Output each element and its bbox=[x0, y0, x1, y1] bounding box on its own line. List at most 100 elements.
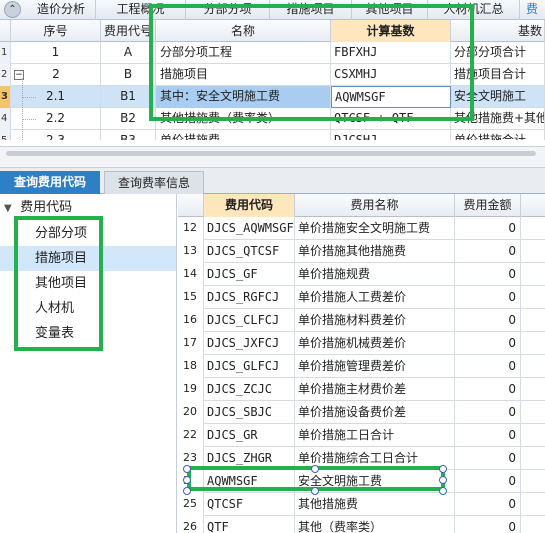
header-seq[interactable]: 序号 bbox=[11, 20, 101, 42]
fee-name-cell[interactable]: 单价措施安全文明施工费 bbox=[295, 217, 455, 240]
tab-cost-analysis[interactable]: 造价分析 bbox=[27, 0, 96, 20]
table-row[interactable]: 16 DJCS_CLFCJ 单价措施材料费差价 0 bbox=[178, 309, 545, 332]
tree-root-label: 费用代码 bbox=[20, 200, 73, 215]
row-number: 12 bbox=[178, 217, 204, 240]
fee-amount-cell[interactable]: 0 bbox=[455, 516, 521, 533]
tab-query-fee-code[interactable]: 查询费用代码 bbox=[0, 171, 100, 194]
fee-name-cell[interactable]: 其他（费率类） bbox=[295, 516, 455, 533]
fee-code-cell[interactable]: A bbox=[101, 42, 156, 64]
row-number: 4 bbox=[0, 108, 11, 130]
annotation-box-grid bbox=[149, 4, 474, 121]
row-number: 3 bbox=[0, 86, 11, 108]
table-row[interactable]: 13 DJCS_QTCSF 单价措施其他措施费 0 bbox=[178, 240, 545, 263]
tree-connector bbox=[22, 119, 36, 120]
resize-handle[interactable] bbox=[183, 465, 191, 473]
resize-handle[interactable] bbox=[439, 476, 447, 484]
tab-fee-partial[interactable]: 费 bbox=[520, 0, 545, 20]
fee-amount-cell[interactable]: 0 bbox=[455, 401, 521, 424]
fee-amount-cell[interactable]: 0 bbox=[455, 447, 521, 470]
table-row[interactable]: 22 DJCS_GR 单价措施工日合计 0 bbox=[178, 424, 545, 447]
row-number: 22 bbox=[178, 424, 204, 447]
fee-code-cell[interactable]: QTF bbox=[204, 516, 295, 533]
table-row[interactable]: 17 DJCS_JXFCJ 单价措施机械费差价 0 bbox=[178, 332, 545, 355]
fee-name-cell[interactable]: 单价措施工日合计 bbox=[295, 424, 455, 447]
fee-amount-cell[interactable]: 0 bbox=[455, 378, 521, 401]
fee-name-cell[interactable]: 其他措施费 bbox=[295, 493, 455, 516]
table-row[interactable]: 15 DJCS_RGFCJ 单价措施人工费差价 0 bbox=[178, 286, 545, 309]
resize-handle[interactable] bbox=[183, 487, 191, 495]
resize-handle[interactable] bbox=[439, 487, 447, 495]
fee-code-cell[interactable]: DJCS_QTCSF bbox=[204, 240, 295, 263]
row-number: 15 bbox=[178, 286, 204, 309]
seq-cell[interactable]: 1 bbox=[11, 42, 101, 64]
row-number: 16 bbox=[178, 309, 204, 332]
fee-name-cell[interactable]: 单价措施其他措施费 bbox=[295, 240, 455, 263]
table-row[interactable]: 19 DJCS_ZCJC 单价措施主材费价差 0 bbox=[178, 378, 545, 401]
fee-amount-cell[interactable]: 0 bbox=[455, 470, 521, 493]
table-row[interactable]: 25 QTCSF 其他措施费 0 bbox=[178, 493, 545, 516]
fee-code-cell[interactable]: B bbox=[101, 64, 156, 86]
horizontal-scrollbar[interactable] bbox=[0, 146, 545, 168]
table-row[interactable]: 14 DJCS_GF 单价措施规费 0 bbox=[178, 263, 545, 286]
resize-handle[interactable] bbox=[439, 465, 447, 473]
corner-cell bbox=[178, 194, 204, 217]
header-fee-code[interactable]: 费用代码 bbox=[204, 194, 295, 217]
fee-code-cell[interactable]: DJCS_CLFCJ bbox=[204, 309, 295, 332]
fee-name-cell[interactable]: 单价措施人工费差价 bbox=[295, 286, 455, 309]
fee-code-cell[interactable]: DJCS_AQWMSGF bbox=[204, 217, 295, 240]
header-fee-name[interactable]: 费用名称 bbox=[295, 194, 455, 217]
fee-code-cell[interactable]: QTCSF bbox=[204, 493, 295, 516]
fee-code-cell[interactable]: DJCS_GF bbox=[204, 263, 295, 286]
lower-tab-bar: 查询费用代码 查询费率信息 bbox=[0, 168, 545, 194]
row-number: 17 bbox=[178, 332, 204, 355]
resize-handle[interactable] bbox=[311, 465, 319, 473]
fee-amount-cell[interactable]: 0 bbox=[455, 355, 521, 378]
fee-name-cell[interactable]: 单价措施管理费差价 bbox=[295, 355, 455, 378]
fee-amount-cell[interactable]: 0 bbox=[455, 217, 521, 240]
fee-amount-cell[interactable]: 0 bbox=[455, 240, 521, 263]
table-row[interactable]: 12 DJCS_AQWMSGF 单价措施安全文明施工费 0 bbox=[178, 217, 545, 240]
row-number: 13 bbox=[178, 240, 204, 263]
fee-amount-cell[interactable]: 0 bbox=[455, 309, 521, 332]
fee-amount-cell[interactable]: 0 bbox=[455, 493, 521, 516]
header-fee-amount[interactable]: 费用金额 bbox=[455, 194, 521, 217]
seq-text: 2 bbox=[52, 67, 60, 81]
row-number: 19 bbox=[178, 378, 204, 401]
row-number: 20 bbox=[178, 401, 204, 424]
table-row[interactable]: 20 DJCS_SBJC 单价措施设备费价差 0 bbox=[178, 401, 545, 424]
fee-name-cell[interactable]: 单价措施主材费价差 bbox=[295, 378, 455, 401]
fee-name-cell[interactable]: 单价措施材料费差价 bbox=[295, 309, 455, 332]
fee-code-cell[interactable]: B2 bbox=[101, 108, 156, 130]
row-number: 2 bbox=[0, 64, 11, 86]
tree-root[interactable]: ▼ 费用代码 bbox=[4, 198, 72, 218]
table-row[interactable]: 18 DJCS_GLFCJ 单价措施管理费差价 0 bbox=[178, 355, 545, 378]
fee-code-cell[interactable]: DJCS_GLFCJ bbox=[204, 355, 295, 378]
fee-code-cell[interactable]: B1 bbox=[101, 86, 156, 108]
fee-code-cell[interactable]: DJCS_JXFCJ bbox=[204, 332, 295, 355]
row-number: 25 bbox=[178, 493, 204, 516]
fee-amount-cell[interactable]: 0 bbox=[455, 332, 521, 355]
header-fee-code[interactable]: 费用代号 bbox=[101, 20, 156, 42]
row-number: 1 bbox=[0, 42, 11, 64]
fee-name-cell[interactable]: 单价措施设备费价差 bbox=[295, 401, 455, 424]
tab-query-rate-info[interactable]: 查询费率信息 bbox=[104, 171, 204, 194]
fee-amount-cell[interactable]: 0 bbox=[455, 424, 521, 447]
fee-amount-cell[interactable]: 0 bbox=[455, 286, 521, 309]
fee-code-cell[interactable]: DJCS_GR bbox=[204, 424, 295, 447]
annotation-box-tree bbox=[14, 216, 103, 351]
table-row[interactable]: 26 QTF 其他（费率类） 0 bbox=[178, 516, 545, 533]
tree-connector bbox=[22, 78, 23, 140]
scrollbar-thumb[interactable] bbox=[6, 151, 536, 156]
resize-handle[interactable] bbox=[183, 476, 191, 484]
resize-handle[interactable] bbox=[311, 487, 319, 495]
seq-cell[interactable]: − 2 bbox=[11, 64, 101, 86]
fee-code-cell[interactable]: DJCS_RGFCJ bbox=[204, 286, 295, 309]
fee-code-cell[interactable]: DJCS_SBJC bbox=[204, 401, 295, 424]
fee-name-cell[interactable]: 单价措施机械费差价 bbox=[295, 332, 455, 355]
collapse-icon[interactable]: ⌃ bbox=[4, 1, 21, 18]
fee-amount-cell[interactable]: 0 bbox=[455, 263, 521, 286]
row-number: 18 bbox=[178, 355, 204, 378]
fee-code-cell[interactable]: DJCS_ZCJC bbox=[204, 378, 295, 401]
row-number: 26 bbox=[178, 516, 204, 533]
fee-name-cell[interactable]: 单价措施规费 bbox=[295, 263, 455, 286]
